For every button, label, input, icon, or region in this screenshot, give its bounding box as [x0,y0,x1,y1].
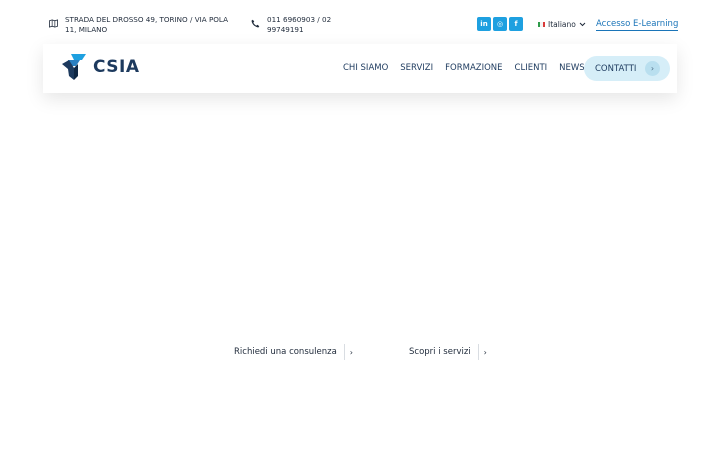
menu-item-formazione[interactable]: FORMAZIONE [445,63,502,73]
arrow-right-icon: › [645,61,660,76]
language-selector[interactable]: Italiano [538,20,586,29]
divider [343,344,345,360]
menu-item-clienti[interactable]: CLIENTI [515,63,548,73]
menu-item-chi-siamo[interactable]: CHI SIAMO [343,63,388,73]
address-text: STRADA DEL DROSSO 49, TORINO / VIA POLA … [65,15,229,34]
address-info: STRADA DEL DROSSO 49, TORINO / VIA POLA … [49,15,239,35]
richiedi-consulenza-label: Richiedi una consulenza [234,347,337,357]
language-label: Italiano [548,20,576,29]
contatti-label: CONTATTI [595,63,637,74]
main-menu: CHI SIAMO SERVIZI FORMAZIONE CLIENTI NEW… [343,63,585,73]
csia-logo-mark-icon [62,54,86,80]
chevron-down-icon [579,22,586,27]
divider [477,344,479,360]
map-icon [49,19,58,28]
facebook-icon[interactable]: f [509,17,523,31]
phone-text[interactable]: 011 6960903 / 02 99749191 [267,15,341,35]
instagram-icon[interactable]: ◎ [493,17,507,31]
chevron-right-icon: › [483,347,487,357]
scopri-servizi-link[interactable]: Scopri i servizi › [409,344,487,360]
menu-item-news[interactable]: NEWS [559,63,585,73]
linkedin-icon[interactable]: in [477,17,491,31]
elearning-link[interactable]: Accesso E-Learning [596,19,679,31]
top-bar: STRADA DEL DROSSO 49, TORINO / VIA POLA … [0,0,720,44]
csia-logo[interactable]: CSIA [62,54,140,80]
chevron-right-icon: › [349,347,353,357]
logo-text: CSIA [93,57,140,77]
main-navbar: CSIA CHI SIAMO SERVIZI FORMAZIONE CLIENT… [43,44,677,93]
menu-item-servizi[interactable]: SERVIZI [400,63,433,73]
social-links: in ◎ f [477,17,523,31]
phone-info[interactable]: 011 6960903 / 02 99749191 [251,15,341,35]
scopri-servizi-label: Scopri i servizi [409,347,471,357]
italy-flag-icon [538,22,545,27]
richiedi-consulenza-link[interactable]: Richiedi una consulenza › [234,344,353,360]
phone-icon [251,19,260,28]
contatti-button[interactable]: CONTATTI › [584,56,670,81]
